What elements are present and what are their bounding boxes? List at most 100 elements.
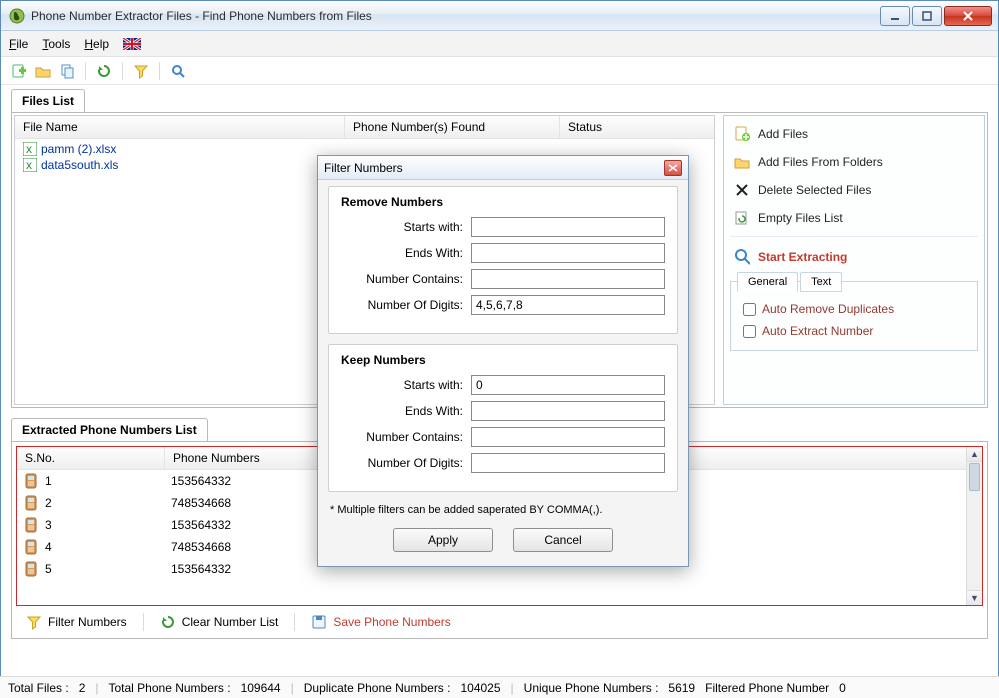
checkbox[interactable] bbox=[743, 325, 756, 338]
extracted-toolbar: Filter Numbers Clear Number List Save Ph… bbox=[16, 606, 983, 634]
search-icon[interactable] bbox=[170, 63, 186, 79]
filter-numbers-dialog: Filter Numbers Remove Numbers Starts wit… bbox=[317, 155, 689, 567]
ends-with-label: Ends With: bbox=[341, 404, 471, 418]
dialog-note: * Multiple filters can be added saperate… bbox=[328, 502, 678, 528]
digits-label: Number Of Digits: bbox=[341, 298, 471, 312]
maximize-button[interactable] bbox=[912, 6, 942, 26]
unique-phone-value: 5619 bbox=[668, 681, 695, 695]
add-folder-icon[interactable] bbox=[35, 63, 51, 79]
group-title: Remove Numbers bbox=[341, 195, 665, 209]
tab-text[interactable]: Text bbox=[800, 272, 842, 292]
duplicate-phone-label: Duplicate Phone Numbers : bbox=[304, 681, 451, 695]
sno-cell: 1 bbox=[45, 474, 52, 488]
dialog-title: Filter Numbers bbox=[324, 161, 664, 175]
scrollbar[interactable]: ▲ ▼ bbox=[966, 447, 982, 605]
close-button[interactable] bbox=[944, 6, 992, 26]
toolbar-separator bbox=[159, 62, 160, 80]
auto-remove-duplicates-checkbox[interactable]: Auto Remove Duplicates bbox=[733, 298, 975, 320]
keep-ends-with-input[interactable] bbox=[471, 401, 665, 421]
phone-icon bbox=[25, 517, 37, 533]
excel-icon: x bbox=[23, 158, 37, 172]
label: Delete Selected Files bbox=[758, 183, 871, 197]
titlebar: Phone Number Extractor Files - Find Phon… bbox=[1, 1, 998, 31]
keep-starts-with-input[interactable] bbox=[471, 375, 665, 395]
apply-button[interactable]: Apply bbox=[393, 528, 493, 552]
dialog-body: Remove Numbers Starts with: Ends With: N… bbox=[318, 180, 688, 566]
label: Filter Numbers bbox=[48, 615, 127, 629]
file-add-icon bbox=[734, 126, 750, 142]
filter-icon[interactable] bbox=[133, 63, 149, 79]
delete-selected-files-button[interactable]: Delete Selected Files bbox=[730, 178, 978, 202]
add-files-icon[interactable] bbox=[11, 63, 27, 79]
total-phone-value: 109644 bbox=[241, 681, 281, 695]
cancel-button[interactable]: Cancel bbox=[513, 528, 613, 552]
label: Empty Files List bbox=[758, 211, 843, 225]
label: Auto Remove Duplicates bbox=[762, 302, 894, 316]
search-icon bbox=[734, 249, 750, 265]
separator: | bbox=[511, 681, 514, 695]
scroll-thumb[interactable] bbox=[969, 463, 980, 491]
app-icon bbox=[9, 8, 25, 24]
menu-help[interactable]: Help bbox=[84, 37, 109, 51]
save-phone-numbers-button[interactable]: Save Phone Numbers bbox=[305, 612, 456, 632]
label: Save Phone Numbers bbox=[333, 615, 450, 629]
clear-number-list-button[interactable]: Clear Number List bbox=[154, 612, 285, 632]
scroll-up-icon[interactable]: ▲ bbox=[967, 447, 982, 462]
dialog-buttons: Apply Cancel bbox=[328, 528, 678, 556]
keep-contains-input[interactable] bbox=[471, 427, 665, 447]
file-name-cell: data5south.xls bbox=[41, 158, 118, 172]
col-file-name[interactable]: File Name bbox=[15, 116, 345, 138]
remove-starts-with-input[interactable] bbox=[471, 217, 665, 237]
label: Auto Extract Number bbox=[762, 324, 873, 338]
col-sno[interactable]: S.No. bbox=[17, 447, 165, 469]
total-files-value: 2 bbox=[79, 681, 86, 695]
phone-icon bbox=[25, 539, 37, 555]
contains-label: Number Contains: bbox=[341, 430, 471, 444]
tab-general[interactable]: General bbox=[737, 272, 798, 292]
options-panel: General Text Auto Remove Duplicates Auto… bbox=[730, 281, 978, 351]
col-phone-found[interactable]: Phone Number(s) Found bbox=[345, 116, 560, 138]
sno-cell: 3 bbox=[45, 518, 52, 532]
refresh-list-icon bbox=[734, 210, 750, 226]
add-files-from-folders-button[interactable]: Add Files From Folders bbox=[730, 150, 978, 174]
scroll-down-icon[interactable]: ▼ bbox=[967, 590, 982, 605]
menu-file[interactable]: File bbox=[9, 37, 28, 51]
empty-files-list-button[interactable]: Empty Files List bbox=[730, 206, 978, 230]
filter-numbers-button[interactable]: Filter Numbers bbox=[20, 612, 133, 632]
menu-tools[interactable]: Tools bbox=[42, 37, 70, 51]
separator bbox=[294, 613, 295, 631]
auto-extract-number-checkbox[interactable]: Auto Extract Number bbox=[733, 320, 975, 342]
refresh-icon[interactable] bbox=[96, 63, 112, 79]
menubar: File Tools Help bbox=[1, 31, 998, 57]
copy-icon[interactable] bbox=[59, 63, 75, 79]
filtered-phone-label: Filtered Phone Number bbox=[705, 681, 829, 695]
col-status[interactable]: Status bbox=[560, 116, 714, 138]
dialog-titlebar[interactable]: Filter Numbers bbox=[318, 156, 688, 180]
svg-text:x: x bbox=[26, 142, 32, 156]
minimize-button[interactable] bbox=[880, 6, 910, 26]
tab-files-list[interactable]: Files List bbox=[11, 89, 85, 112]
delete-icon bbox=[734, 182, 750, 198]
phone-icon bbox=[25, 495, 37, 511]
svg-text:x: x bbox=[26, 158, 32, 172]
total-files-label: Total Files : bbox=[8, 681, 69, 695]
checkbox[interactable] bbox=[743, 303, 756, 316]
starts-with-label: Starts with: bbox=[341, 220, 471, 234]
remove-digits-input[interactable] bbox=[471, 295, 665, 315]
phone-icon bbox=[25, 473, 37, 489]
dialog-close-button[interactable] bbox=[664, 160, 682, 176]
files-tabstrip: Files List bbox=[11, 89, 988, 112]
add-files-button[interactable]: Add Files bbox=[730, 122, 978, 146]
label: Clear Number List bbox=[182, 615, 279, 629]
start-extracting-button[interactable]: Start Extracting bbox=[730, 243, 978, 271]
language-flag-icon[interactable] bbox=[123, 38, 141, 50]
separator bbox=[730, 236, 978, 237]
phone-icon bbox=[25, 561, 37, 577]
contains-label: Number Contains: bbox=[341, 272, 471, 286]
keep-digits-input[interactable] bbox=[471, 453, 665, 473]
side-actions-panel: Add Files Add Files From Folders Delete … bbox=[723, 115, 985, 405]
tab-extracted-list[interactable]: Extracted Phone Numbers List bbox=[11, 418, 208, 441]
starts-with-label: Starts with: bbox=[341, 378, 471, 392]
remove-contains-input[interactable] bbox=[471, 269, 665, 289]
remove-ends-with-input[interactable] bbox=[471, 243, 665, 263]
